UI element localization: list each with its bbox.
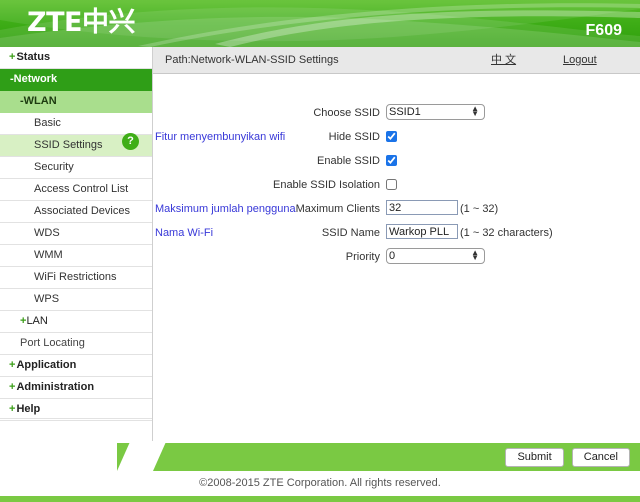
choose-ssid-label: Choose SSID — [313, 107, 380, 119]
sidebar-item-label: Administration — [16, 381, 95, 393]
field-row-hide-ssid: Fitur menyembunyikan wifi Hide SSID — [153, 128, 640, 149]
help-question-icon[interactable]: ? — [122, 133, 139, 150]
sidebar-item-administration[interactable]: +Administration — [0, 377, 152, 399]
field-row-enable-ssid-isolation: Enable SSID Isolation — [153, 176, 640, 197]
sidebar-item-label: Port Locating — [20, 337, 85, 349]
ssid-name-label: SSID Name — [321, 227, 380, 239]
enable-ssid-checkbox[interactable] — [386, 155, 397, 166]
sidebar-item-access-control-list[interactable]: Access Control List — [0, 179, 152, 201]
ssid-settings-form: Choose SSID SSID1 ▲ ▼ Fitur menyembunyika… — [153, 74, 640, 269]
ssid-name-input[interactable] — [386, 224, 458, 239]
ssid-name-hint: (1 ~ 32 characters) — [460, 227, 553, 239]
sidebar-item-label: WDS — [34, 227, 60, 239]
sidebar-item-lan[interactable]: +LAN — [0, 311, 152, 333]
expand-plus-icon: + — [9, 403, 16, 415]
cancel-button[interactable]: Cancel — [571, 448, 630, 467]
sidebar-item-wifi-restrictions[interactable]: WiFi Restrictions — [0, 267, 152, 289]
submit-button[interactable]: Submit — [505, 448, 564, 467]
maximum-clients-hint: (1 ~ 32) — [460, 203, 499, 215]
field-row-ssid-name: Nama Wi-Fi SSID Name (1 ~ 32 characters) — [153, 224, 640, 245]
expand-plus-icon: + — [9, 51, 16, 63]
sidebar-nav: +Status -Network -WLAN Basic SSID Settin… — [0, 47, 153, 441]
enable-ssid-isolation-control — [386, 176, 397, 193]
sidebar-item-wmm[interactable]: WMM — [0, 245, 152, 267]
sidebar-item-associated-devices[interactable]: Associated Devices — [0, 201, 152, 223]
sidebar-item-label: WMM — [34, 249, 63, 261]
sidebar-item-wps[interactable]: WPS — [0, 289, 152, 311]
sidebar-item-label: LAN — [26, 315, 48, 327]
path-bar: Path:Network-WLAN-SSID Settings 中 文 Logo… — [153, 47, 640, 74]
sidebar-item-label: Basic — [34, 117, 61, 129]
sidebar-item-network[interactable]: -Network — [0, 69, 152, 91]
page-footer: Submit Cancel ©2008-2015 ZTE Corporation… — [0, 441, 640, 502]
sidebar-item-label: WiFi Restrictions — [34, 271, 117, 283]
footer-bottom-strip — [0, 496, 640, 502]
sidebar-item-status[interactable]: +Status — [0, 47, 152, 69]
sidebar-item-label: Status — [16, 51, 51, 63]
page-body: +Status -Network -WLAN Basic SSID Settin… — [0, 47, 640, 441]
sidebar-divider — [0, 417, 152, 419]
form-action-buttons: Submit Cancel — [500, 448, 630, 467]
enable-ssid-label: Enable SSID — [317, 155, 380, 167]
enable-ssid-control — [386, 152, 397, 169]
hide-ssid-control — [386, 128, 397, 145]
hide-ssid-checkbox[interactable] — [386, 131, 397, 142]
sidebar-item-label: WPS — [34, 293, 60, 305]
sidebar-item-port-locating[interactable]: Port Locating — [0, 333, 152, 355]
sidebar-item-label: SSID Settings — [34, 139, 103, 151]
maximum-clients-control — [386, 200, 458, 215]
expand-plus-icon: + — [9, 359, 16, 371]
choose-ssid-select[interactable]: SSID1 — [386, 104, 485, 120]
sidebar-item-application[interactable]: +Application — [0, 355, 152, 377]
language-switch-link[interactable]: 中 文 — [491, 47, 516, 73]
choose-ssid-control: SSID1 ▲ ▼ — [386, 104, 485, 120]
priority-label: Priority — [345, 251, 380, 263]
sidebar-item-label: Access Control List — [34, 183, 129, 195]
expand-plus-icon: + — [9, 381, 16, 393]
sidebar-item-label: Application — [16, 359, 77, 371]
sidebar-item-label: Network — [13, 73, 58, 85]
sidebar-item-label: WLAN — [23, 95, 57, 107]
enable-ssid-isolation-label: Enable SSID Isolation — [272, 179, 380, 191]
ssid-name-control — [386, 224, 458, 239]
zte-logo: ZTE中兴 — [27, 7, 135, 38]
sidebar-item-security[interactable]: Security — [0, 157, 152, 179]
priority-control: 0 ▲ ▼ — [386, 248, 485, 264]
maximum-clients-input[interactable] — [386, 200, 458, 215]
field-row-maximum-clients: Maksimum jumlah pengguna Maximum Clients… — [153, 200, 640, 221]
priority-select[interactable]: 0 — [386, 248, 485, 264]
sidebar-item-label: Help — [16, 403, 41, 415]
sidebar-item-label: Security — [34, 161, 74, 173]
field-row-choose-ssid: Choose SSID SSID1 ▲ ▼ — [153, 104, 640, 125]
sidebar-item-wlan[interactable]: -WLAN — [0, 91, 152, 113]
logout-link[interactable]: Logout — [563, 47, 597, 73]
breadcrumb: Path:Network-WLAN-SSID Settings — [165, 54, 339, 66]
enable-ssid-isolation-checkbox[interactable] — [386, 179, 397, 190]
main-content: Path:Network-WLAN-SSID Settings 中 文 Logo… — [153, 47, 640, 441]
maximum-clients-label: Maximum Clients — [295, 203, 380, 215]
field-row-priority: Priority 0 ▲ ▼ — [153, 248, 640, 269]
app-header: ZTE中兴 F609 — [0, 0, 640, 47]
device-model-label: F609 — [585, 22, 622, 39]
sidebar-item-label: Associated Devices — [34, 205, 130, 217]
copyright-text: ©2008-2015 ZTE Corporation. All rights r… — [199, 477, 441, 489]
sidebar-item-wds[interactable]: WDS — [0, 223, 152, 245]
sidebar-item-basic[interactable]: Basic — [0, 113, 152, 135]
field-row-enable-ssid: Enable SSID — [153, 152, 640, 173]
hide-ssid-label: Hide SSID — [328, 131, 380, 143]
